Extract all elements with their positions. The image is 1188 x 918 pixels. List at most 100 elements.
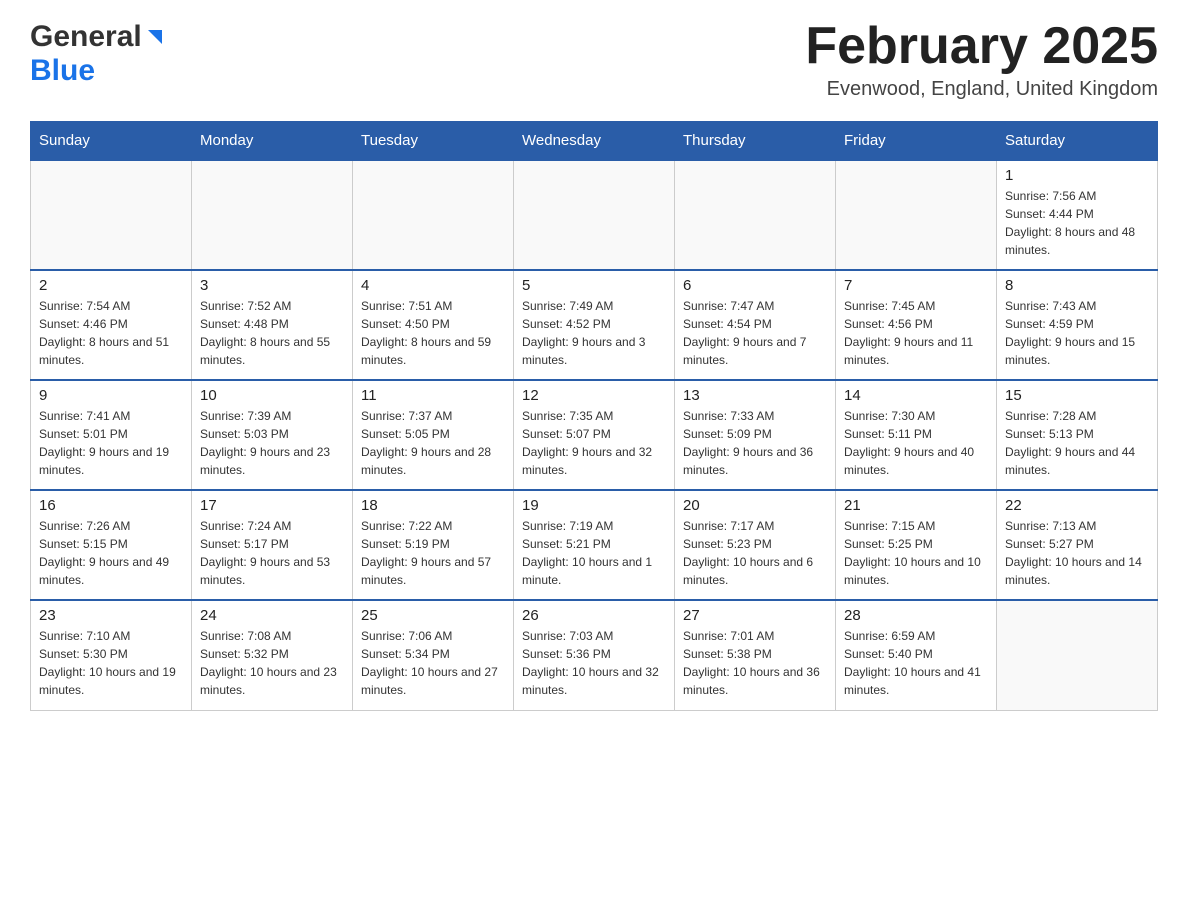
table-row: 1 Sunrise: 7:56 AMSunset: 4:44 PMDaylight… — [997, 160, 1158, 270]
day-number: 14 — [844, 387, 988, 404]
table-row: 10 Sunrise: 7:39 AMSunset: 5:03 PMDayligh… — [192, 380, 353, 490]
day-info: Sunrise: 7:15 AMSunset: 5:25 PMDaylight:… — [844, 517, 988, 589]
day-info: Sunrise: 7:47 AMSunset: 4:54 PMDaylight:… — [683, 297, 827, 369]
table-row: 19 Sunrise: 7:19 AMSunset: 5:21 PMDayligh… — [514, 490, 675, 600]
logo: General Blue — [30, 20, 166, 88]
day-info: Sunrise: 7:03 AMSunset: 5:36 PMDaylight:… — [522, 627, 666, 699]
table-row — [997, 600, 1158, 710]
day-info: Sunrise: 7:49 AMSunset: 4:52 PMDaylight:… — [522, 297, 666, 369]
table-row: 22 Sunrise: 7:13 AMSunset: 5:27 PMDayligh… — [997, 490, 1158, 600]
month-title: February 2025 — [805, 20, 1158, 72]
day-info: Sunrise: 7:06 AMSunset: 5:34 PMDaylight:… — [361, 627, 505, 699]
day-info: Sunrise: 7:26 AMSunset: 5:15 PMDaylight:… — [39, 517, 183, 589]
day-info: Sunrise: 7:41 AMSunset: 5:01 PMDaylight:… — [39, 407, 183, 479]
table-row: 20 Sunrise: 7:17 AMSunset: 5:23 PMDayligh… — [675, 490, 836, 600]
day-number: 7 — [844, 277, 988, 294]
page-header: General Blue February 2025 Evenwood, Eng… — [30, 20, 1158, 101]
table-row: 8 Sunrise: 7:43 AMSunset: 4:59 PMDaylight… — [997, 270, 1158, 380]
day-number: 3 — [200, 277, 344, 294]
weekday-sunday: Sunday — [31, 122, 192, 161]
logo-general-text: General — [30, 20, 142, 54]
table-row: 15 Sunrise: 7:28 AMSunset: 5:13 PMDayligh… — [997, 380, 1158, 490]
table-row: 23Sunrise: 7:10 AMSunset: 5:30 PMDayligh… — [31, 600, 192, 710]
table-row — [675, 160, 836, 270]
day-number: 9 — [39, 387, 183, 404]
table-row: 2Sunrise: 7:54 AMSunset: 4:46 PMDaylight… — [31, 270, 192, 380]
day-info: Sunrise: 7:37 AMSunset: 5:05 PMDaylight:… — [361, 407, 505, 479]
logo-triangle-icon — [144, 26, 166, 48]
day-number: 15 — [1005, 387, 1149, 404]
table-row: 13 Sunrise: 7:33 AMSunset: 5:09 PMDayligh… — [675, 380, 836, 490]
day-info: Sunrise: 6:59 AMSunset: 5:40 PMDaylight:… — [844, 627, 988, 699]
day-info: Sunrise: 7:52 AMSunset: 4:48 PMDaylight:… — [200, 297, 344, 369]
weekday-thursday: Thursday — [675, 122, 836, 161]
day-number: 18 — [361, 497, 505, 514]
table-row: 6Sunrise: 7:47 AMSunset: 4:54 PMDaylight… — [675, 270, 836, 380]
day-info: Sunrise: 7:39 AMSunset: 5:03 PMDaylight:… — [200, 407, 344, 479]
day-info: Sunrise: 7:51 AMSunset: 4:50 PMDaylight:… — [361, 297, 505, 369]
table-row: 14 Sunrise: 7:30 AMSunset: 5:11 PMDayligh… — [836, 380, 997, 490]
day-info: Sunrise: 7:13 AMSunset: 5:27 PMDaylight:… — [1005, 517, 1149, 589]
day-info: Sunrise: 7:28 AMSunset: 5:13 PMDaylight:… — [1005, 407, 1149, 479]
day-number: 27 — [683, 607, 827, 624]
weekday-monday: Monday — [192, 122, 353, 161]
table-row: 26 Sunrise: 7:03 AMSunset: 5:36 PMDayligh… — [514, 600, 675, 710]
day-number: 8 — [1005, 277, 1149, 294]
table-row: 12 Sunrise: 7:35 AMSunset: 5:07 PMDayligh… — [514, 380, 675, 490]
day-number: 24 — [200, 607, 344, 624]
day-number: 1 — [1005, 167, 1149, 184]
day-info: Sunrise: 7:54 AMSunset: 4:46 PMDaylight:… — [39, 297, 183, 369]
table-row: 25 Sunrise: 7:06 AMSunset: 5:34 PMDayligh… — [353, 600, 514, 710]
table-row — [836, 160, 997, 270]
calendar-header: Sunday Monday Tuesday Wednesday Thursday… — [31, 122, 1158, 161]
table-row: 11 Sunrise: 7:37 AMSunset: 5:05 PMDayligh… — [353, 380, 514, 490]
table-row: 17 Sunrise: 7:24 AMSunset: 5:17 PMDayligh… — [192, 490, 353, 600]
day-info: Sunrise: 7:30 AMSunset: 5:11 PMDaylight:… — [844, 407, 988, 479]
table-row: 9 Sunrise: 7:41 AMSunset: 5:01 PMDaylight… — [31, 380, 192, 490]
calendar-body: 1 Sunrise: 7:56 AMSunset: 4:44 PMDaylight… — [31, 160, 1158, 710]
day-info: Sunrise: 7:01 AMSunset: 5:38 PMDaylight:… — [683, 627, 827, 699]
day-info: Sunrise: 7:08 AMSunset: 5:32 PMDaylight:… — [200, 627, 344, 699]
weekday-wednesday: Wednesday — [514, 122, 675, 161]
day-info: Sunrise: 7:22 AMSunset: 5:19 PMDaylight:… — [361, 517, 505, 589]
title-section: February 2025 Evenwood, England, United … — [805, 20, 1158, 101]
table-row: 24 Sunrise: 7:08 AMSunset: 5:32 PMDayligh… — [192, 600, 353, 710]
day-number: 17 — [200, 497, 344, 514]
day-number: 23 — [39, 607, 183, 624]
table-row: 21 Sunrise: 7:15 AMSunset: 5:25 PMDayligh… — [836, 490, 997, 600]
day-number: 11 — [361, 387, 505, 404]
day-number: 22 — [1005, 497, 1149, 514]
day-info: Sunrise: 7:33 AMSunset: 5:09 PMDaylight:… — [683, 407, 827, 479]
day-number: 4 — [361, 277, 505, 294]
day-info: Sunrise: 7:43 AMSunset: 4:59 PMDaylight:… — [1005, 297, 1149, 369]
day-number: 28 — [844, 607, 988, 624]
day-number: 5 — [522, 277, 666, 294]
calendar-table: Sunday Monday Tuesday Wednesday Thursday… — [30, 121, 1158, 711]
day-info: Sunrise: 7:45 AMSunset: 4:56 PMDaylight:… — [844, 297, 988, 369]
day-number: 25 — [361, 607, 505, 624]
table-row: 18 Sunrise: 7:22 AMSunset: 5:19 PMDayligh… — [353, 490, 514, 600]
table-row — [514, 160, 675, 270]
day-number: 19 — [522, 497, 666, 514]
day-number: 10 — [200, 387, 344, 404]
table-row — [353, 160, 514, 270]
table-row: 4 Sunrise: 7:51 AMSunset: 4:50 PMDaylight… — [353, 270, 514, 380]
day-info: Sunrise: 7:19 AMSunset: 5:21 PMDaylight:… — [522, 517, 666, 589]
table-row — [31, 160, 192, 270]
table-row — [192, 160, 353, 270]
table-row: 27 Sunrise: 7:01 AMSunset: 5:38 PMDayligh… — [675, 600, 836, 710]
table-row: 16Sunrise: 7:26 AMSunset: 5:15 PMDayligh… — [31, 490, 192, 600]
logo-blue-text: Blue — [30, 54, 95, 87]
location: Evenwood, England, United Kingdom — [805, 78, 1158, 101]
day-info: Sunrise: 7:35 AMSunset: 5:07 PMDaylight:… — [522, 407, 666, 479]
day-info: Sunrise: 7:56 AMSunset: 4:44 PMDaylight:… — [1005, 187, 1149, 259]
day-info: Sunrise: 7:17 AMSunset: 5:23 PMDaylight:… — [683, 517, 827, 589]
weekday-tuesday: Tuesday — [353, 122, 514, 161]
day-number: 20 — [683, 497, 827, 514]
day-number: 13 — [683, 387, 827, 404]
day-number: 12 — [522, 387, 666, 404]
day-info: Sunrise: 7:24 AMSunset: 5:17 PMDaylight:… — [200, 517, 344, 589]
day-number: 26 — [522, 607, 666, 624]
weekday-friday: Friday — [836, 122, 997, 161]
day-number: 21 — [844, 497, 988, 514]
